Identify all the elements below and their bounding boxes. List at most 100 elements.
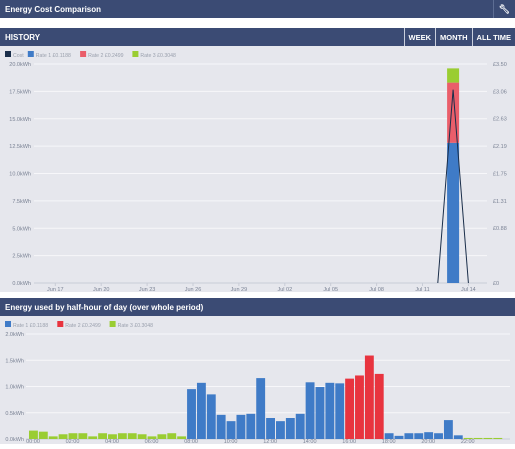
hour-bar [78,433,88,439]
halfhour-chart-panel: Rate 1 £0.1188 Rate 2 £0.2499 Rate 3 £0.30… [0,316,515,445]
x-tick-label: Jun 20 [93,287,110,292]
legend-label: Rate 1 £0.1188 [13,323,48,329]
x-tick-label: 14:00 [303,439,317,444]
hour-bar [88,436,98,439]
y-right-tick-label: £0 [493,281,499,287]
x-tick-label: 08:00 [184,439,198,444]
y-tick-label: 0.0kWh [12,281,31,287]
y-tick-label: 17.5kWh [9,89,31,95]
legend-label: Rate 3 £0.3048 [140,53,176,59]
hour-bar [38,431,48,439]
x-tick-label: Jun 23 [139,287,156,292]
y-tick-label: 7.5kWh [12,199,31,205]
range-selector: WEEK MONTH ALL TIME [403,28,515,46]
legend-label: Rate 3 £0.3048 [118,323,154,329]
hour-bar [276,421,285,439]
y-right-tick-label: £2.19 [493,144,507,150]
y-right-tick-label: £1.75 [493,172,507,178]
y-tick-label: 12.5kWh [9,144,31,150]
hour-bar [48,436,58,439]
y-tick-label: 0.0kWh [5,437,24,443]
hour-bar [246,413,256,439]
x-tick-label: Jul 14 [461,287,476,292]
hour-bar [434,433,443,439]
x-tick-label: Jul 08 [369,287,384,292]
hour-bar [295,413,305,439]
hour-bar [335,383,345,439]
x-tick-label: Jul 05 [323,287,338,292]
y-tick-label: 0.5kWh [5,411,24,417]
hour-bar [226,421,236,439]
y-tick-label: 20.0kWh [9,62,31,68]
app-title-bar: Energy Cost Comparison 🔧︎ [0,0,515,18]
legend-swatch [80,51,87,57]
hour-bar [196,382,206,439]
halfhour-title: Energy used by half-hour of day (over wh… [5,302,204,312]
hour-bar [364,355,374,439]
x-tick-label: 00:00 [26,439,40,444]
x-tick-label: 10:00 [224,439,238,444]
hour-bar [355,375,364,439]
y-right-tick-label: £3.50 [493,62,507,68]
hour-bar [167,433,177,439]
stacked-bar-segment [447,68,460,83]
hour-bar [256,378,266,439]
y-tick-label: 15.0kWh [9,117,31,123]
x-tick-label: 04:00 [105,439,119,444]
x-tick-label: Jul 11 [415,287,429,292]
history-title: HISTORY [5,32,41,42]
x-tick-label: Jun 26 [185,287,202,292]
wrench-icon[interactable]: 🔧︎ [493,0,515,18]
x-tick-label: Jun 17 [47,287,64,292]
month-button[interactable]: MONTH [435,28,472,46]
hour-bar [404,433,414,439]
x-tick-label: 16:00 [342,439,356,444]
x-tick-label: 18:00 [382,439,396,444]
halfhour-header: Energy used by half-hour of day (over wh… [0,298,515,316]
legend-swatch [5,321,11,327]
legend-label: Cost [13,53,24,59]
hour-bar [443,420,453,439]
legend-swatch [57,321,64,327]
hour-bar [29,430,38,439]
hour-bar [374,373,384,439]
hour-bar [117,433,127,439]
hour-bar [345,378,355,439]
x-tick-label: 22:00 [461,439,475,444]
hour-bar [305,382,315,439]
hour-bar [483,437,493,439]
x-tick-label: 06:00 [145,439,159,444]
hour-bar [394,435,404,439]
hour-bar [285,418,295,439]
legend-swatch [109,321,116,327]
x-tick-label: Jul 02 [277,287,292,292]
hour-bar [157,434,167,439]
week-button[interactable]: WEEK [403,28,436,46]
legend-swatch [27,51,34,57]
y-right-tick-label: £3.06 [493,90,507,96]
x-tick-label: Jun 29 [231,287,248,292]
hour-bar [424,432,434,439]
y-right-tick-label: £1.31 [493,199,507,205]
halfhour-chart: Rate 1 £0.1188 Rate 2 £0.2499 Rate 3 £0.30… [5,321,510,445]
legend-swatch [5,51,11,57]
y-tick-label: 10.0kWh [9,172,31,178]
all-time-button[interactable]: ALL TIME [471,28,515,46]
y-tick-label: 1.5kWh [5,358,24,364]
hour-bar [236,414,246,439]
history-header: HISTORY WEEK MONTH ALL TIME [0,28,515,46]
hour-bar [266,418,275,439]
hour-bar [473,437,483,439]
x-tick-label: 20:00 [421,439,435,444]
stacked-bar-segment [447,142,460,283]
legend-label: Rate 1 £0.1188 [36,53,71,59]
app-title: Energy Cost Comparison [5,4,102,14]
hour-bar [216,414,226,439]
x-tick-label: 02:00 [66,439,80,444]
y-right-tick-label: £2.63 [493,116,507,122]
y-right-tick-label: £0.88 [493,226,507,232]
hour-bar [127,433,137,439]
y-tick-label: 2.5kWh [12,254,31,260]
legend-swatch [132,51,139,57]
x-tick-label: 12:00 [263,439,277,444]
